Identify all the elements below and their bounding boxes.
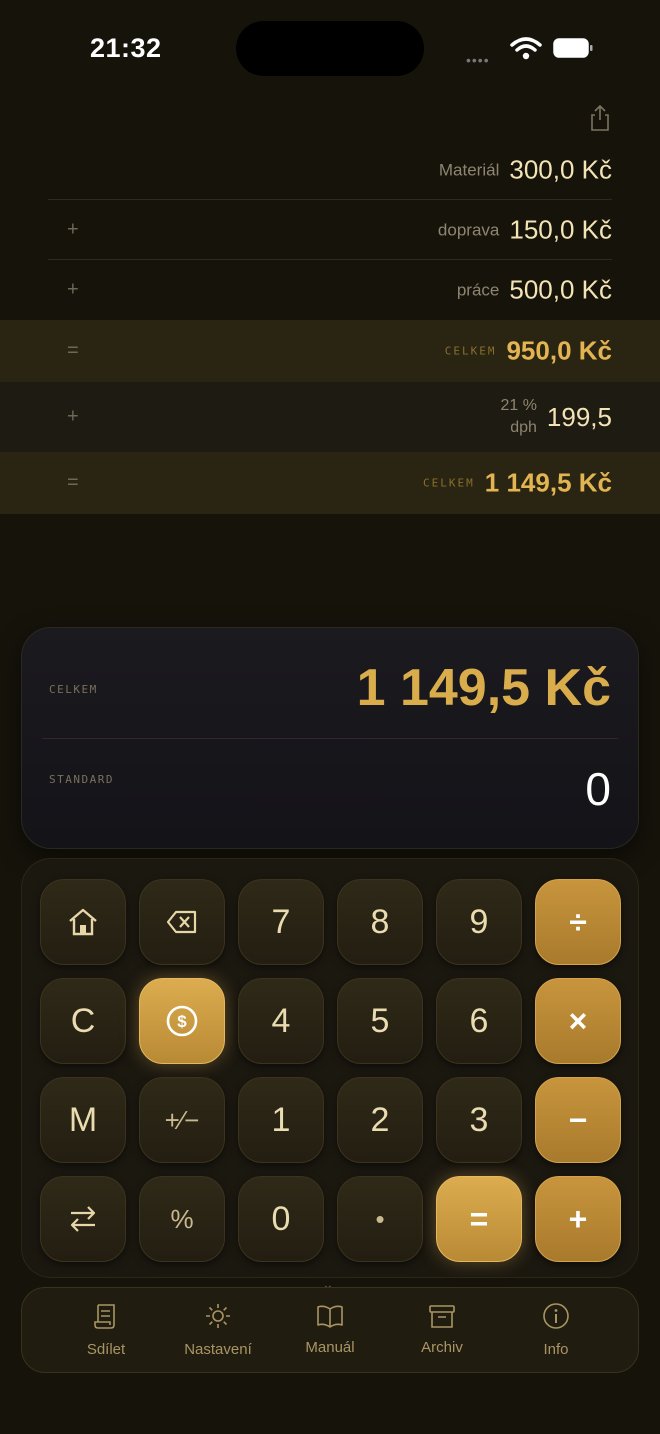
decimal-button[interactable]: • <box>337 1176 423 1262</box>
tape-amount: 1 149,5 Kč <box>484 467 612 498</box>
tape-label: CELKEM <box>423 476 475 490</box>
share-icon[interactable] <box>588 104 612 132</box>
tape-operator: + <box>67 278 79 301</box>
tape-row[interactable]: Materiál 300,0 Kč <box>0 140 660 200</box>
signal-icon: •••• <box>466 52 490 68</box>
tab-settings[interactable]: Nastavení <box>168 1288 268 1372</box>
percent-button[interactable]: % <box>139 1176 225 1262</box>
tape-total-row[interactable]: = CELKEM 1 149,5 Kč <box>0 452 660 514</box>
tape-label: práce <box>456 280 500 299</box>
home-button[interactable] <box>40 879 126 965</box>
digit-2-button[interactable]: 2 <box>337 1077 423 1163</box>
entry-value: 0 <box>585 763 611 815</box>
book-icon <box>317 1305 343 1328</box>
status-bar: 21:32 •••• <box>0 0 660 96</box>
home-icon <box>69 908 97 936</box>
calculator-display: CELKEM 1 149,5 Kč STANDARD 0 <box>21 627 639 849</box>
tape-amount: 150,0 Kč <box>509 214 612 245</box>
tab-label: Manuál <box>305 1339 355 1356</box>
digit-0-button[interactable]: 0 <box>238 1176 324 1262</box>
battery-icon <box>553 38 593 58</box>
tab-archive[interactable]: Archiv <box>392 1288 492 1372</box>
digit-7-button[interactable]: 7 <box>238 879 324 965</box>
calculation-tape: Materiál 300,0 Kč + doprava 150,0 Kč + p… <box>0 140 660 514</box>
scroll-icon <box>94 1304 115 1329</box>
minus-button[interactable]: − <box>535 1077 621 1163</box>
mode-label: STANDARD <box>49 773 114 786</box>
dynamic-island <box>236 21 424 76</box>
tape-label: CELKEM <box>444 344 497 358</box>
tab-share[interactable]: Sdílet <box>56 1288 156 1372</box>
tape-amount: 199,5 <box>546 401 612 432</box>
tape-operator: = <box>67 339 79 362</box>
currency-button[interactable]: $ <box>139 978 225 1064</box>
clear-button[interactable]: C <box>40 978 126 1064</box>
total-value: 1 149,5 Kč <box>356 659 611 717</box>
digit-6-button[interactable]: 6 <box>436 978 522 1064</box>
digit-5-button[interactable]: 5 <box>337 978 423 1064</box>
tab-bar: Sdílet Nastavení Manuál Archiv Info <box>21 1287 639 1373</box>
tape-subtotal-row[interactable]: = CELKEM 950,0 Kč <box>0 320 660 382</box>
svg-text:$: $ <box>177 1012 187 1031</box>
tab-label: Nastavení <box>184 1341 252 1358</box>
tape-amount: 950,0 Kč <box>506 335 612 366</box>
tab-manual[interactable]: Manuál <box>280 1288 380 1372</box>
digit-1-button[interactable]: 1 <box>238 1077 324 1163</box>
sun-icon <box>206 1304 230 1328</box>
digit-4-button[interactable]: 4 <box>238 978 324 1064</box>
tab-label: Info <box>543 1341 569 1358</box>
tab-label: Archiv <box>421 1339 463 1356</box>
digit-8-button[interactable]: 8 <box>337 879 423 965</box>
wifi-icon <box>510 37 542 60</box>
archive-box-icon <box>429 1305 455 1328</box>
status-time: 21:32 <box>90 33 162 63</box>
tape-row[interactable]: + doprava 150,0 Kč <box>0 200 660 260</box>
backspace-icon <box>166 910 197 934</box>
divide-button[interactable]: ÷ <box>535 879 621 965</box>
tab-info[interactable]: Info <box>506 1288 606 1372</box>
backspace-button[interactable] <box>139 879 225 965</box>
tape-row[interactable]: + práce 500,0 Kč <box>0 260 660 320</box>
multiply-button[interactable]: × <box>535 978 621 1064</box>
digit-9-button[interactable]: 9 <box>436 879 522 965</box>
memory-button[interactable]: M <box>40 1077 126 1163</box>
plus-minus-button[interactable]: +∕− <box>139 1077 225 1163</box>
tape-label: Materiál <box>438 160 500 179</box>
vat-label: dph <box>510 419 537 436</box>
total-label: CELKEM <box>49 683 98 696</box>
tab-label: Sdílet <box>86 1341 126 1358</box>
swap-button[interactable] <box>40 1176 126 1262</box>
dollar-icon: $ <box>166 1005 198 1037</box>
tape-operator: + <box>67 405 79 428</box>
digit-3-button[interactable]: 3 <box>436 1077 522 1163</box>
tape-label: doprava <box>437 220 500 239</box>
vat-rate: 21 % <box>500 397 537 414</box>
swap-icon <box>70 1206 96 1232</box>
display-divider <box>42 738 618 739</box>
tape-vat-row[interactable]: + 21 % dph 199,5 <box>0 382 660 452</box>
keypad: 7 8 9 ÷ C $ 4 5 6 × M +∕− 1 2 3 − % 0 • … <box>21 858 639 1278</box>
equals-button[interactable]: = <box>436 1176 522 1262</box>
tape-operator: + <box>67 218 79 241</box>
tape-amount: 300,0 Kč <box>509 154 612 185</box>
plus-button[interactable]: + <box>535 1176 621 1262</box>
info-icon <box>543 1303 569 1329</box>
tape-amount: 500,0 Kč <box>509 274 612 305</box>
tape-operator: = <box>67 471 79 494</box>
